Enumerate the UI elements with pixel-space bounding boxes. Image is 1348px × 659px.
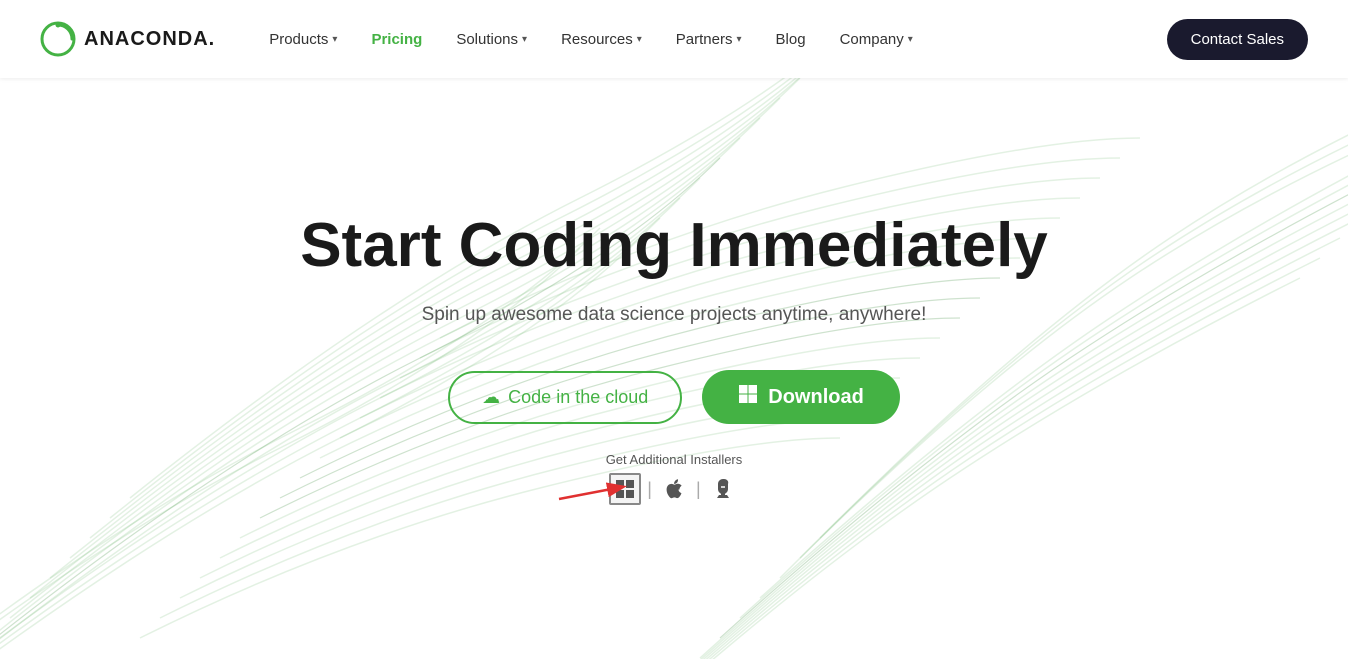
chevron-down-icon: ▾ bbox=[332, 34, 337, 45]
chevron-down-icon: ▾ bbox=[522, 34, 527, 45]
logo-text: ANACONDA. bbox=[84, 28, 215, 51]
chevron-down-icon: ▾ bbox=[908, 34, 913, 45]
hero-buttons-row: ☁ Code in the cloud Download bbox=[448, 370, 900, 505]
hero-section: .wave-line { fill: none; stroke: rgba(10… bbox=[0, 78, 1348, 659]
nav-item-pricing[interactable]: Pricing bbox=[357, 23, 436, 56]
nav-item-solutions[interactable]: Solutions ▾ bbox=[442, 23, 541, 56]
download-button[interactable]: Download bbox=[702, 370, 900, 424]
contact-sales-button[interactable]: Contact Sales bbox=[1167, 19, 1308, 60]
windows-installer-icon[interactable] bbox=[609, 473, 641, 505]
logo[interactable]: ANACONDA. bbox=[40, 21, 215, 57]
anaconda-logo-icon bbox=[40, 21, 76, 57]
nav-item-company[interactable]: Company ▾ bbox=[826, 23, 927, 56]
installer-icons-row: | | bbox=[609, 473, 738, 505]
hero-subtitle: Spin up awesome data science projects an… bbox=[422, 304, 927, 326]
hero-content: Start Coding Immediately Spin up awesome… bbox=[300, 212, 1048, 505]
additional-installers-label: Get Additional Installers bbox=[606, 452, 743, 467]
nav-links: Products ▾ Pricing Solutions ▾ Resources… bbox=[255, 23, 1166, 56]
windows-icon bbox=[738, 384, 758, 410]
separator: | bbox=[647, 480, 652, 498]
code-in-cloud-button[interactable]: ☁ Code in the cloud bbox=[448, 371, 682, 424]
navbar: ANACONDA. Products ▾ Pricing Solutions ▾… bbox=[0, 0, 1348, 78]
chevron-down-icon: ▾ bbox=[737, 34, 742, 45]
additional-installers: Get Additional Installers bbox=[606, 452, 743, 505]
linux-installer-icon[interactable] bbox=[707, 473, 739, 505]
nav-item-blog[interactable]: Blog bbox=[762, 23, 820, 56]
chevron-down-icon: ▾ bbox=[637, 34, 642, 45]
apple-installer-icon[interactable] bbox=[658, 473, 690, 505]
separator: | bbox=[696, 480, 701, 498]
nav-item-resources[interactable]: Resources ▾ bbox=[547, 23, 656, 56]
hero-title: Start Coding Immediately bbox=[300, 212, 1048, 280]
nav-item-products[interactable]: Products ▾ bbox=[255, 23, 351, 56]
nav-item-partners[interactable]: Partners ▾ bbox=[662, 23, 756, 56]
cloud-icon: ☁ bbox=[482, 387, 500, 408]
